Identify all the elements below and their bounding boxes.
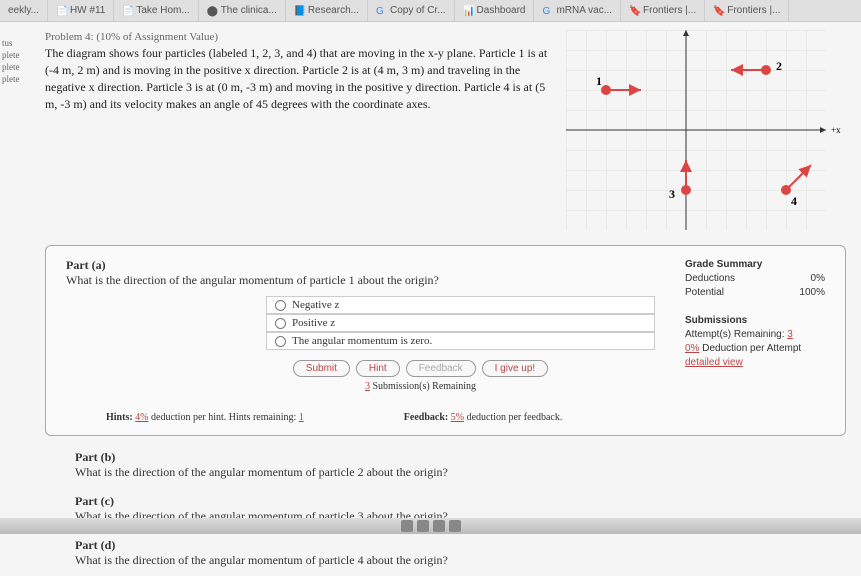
problem-title: Problem 4: (10% of Assignment Value) xyxy=(45,30,551,45)
feedback-info: Feedback: 5% deduction per feedback. xyxy=(404,412,563,423)
dock-app-icon[interactable] xyxy=(449,520,461,532)
svg-text:3: 3 xyxy=(669,187,675,201)
hint-button[interactable]: Hint xyxy=(356,360,400,377)
submit-button[interactable]: Submit xyxy=(293,360,350,377)
option-positive-z[interactable]: Positive z xyxy=(266,314,655,332)
main-content: Problem 4: (10% of Assignment Value) The… xyxy=(35,22,861,576)
dock-app-icon[interactable] xyxy=(417,520,429,532)
g-icon: G xyxy=(376,6,386,16)
problem-statement: Problem 4: (10% of Assignment Value) The… xyxy=(45,30,551,230)
option-negative-z[interactable]: Negative z xyxy=(266,296,655,314)
option-zero[interactable]: The angular momentum is zero. xyxy=(266,332,655,350)
tab-2[interactable]: 📄Take Hom... xyxy=(114,0,198,21)
axis-x-label: +x xyxy=(831,125,841,135)
frontiers-icon: 🔖 xyxy=(713,6,723,16)
dash-icon: 📊 xyxy=(463,6,473,16)
hints-feedback-row: Hints: 4% deduction per hint. Hints rema… xyxy=(106,412,655,423)
tab-0[interactable]: eekly... xyxy=(0,0,48,21)
mac-dock[interactable] xyxy=(0,518,861,534)
radio-1[interactable] xyxy=(275,318,286,329)
dock-app-icon[interactable] xyxy=(401,520,413,532)
browser-tabs: eekly... 📄HW #11 📄Take Hom... ⬤The clini… xyxy=(0,0,861,22)
part-a-question: What is the direction of the angular mom… xyxy=(66,273,655,288)
doc-icon: 📘 xyxy=(294,6,304,16)
action-buttons: Submit Hint Feedback I give up! xyxy=(186,360,655,377)
part-b: Part (b) What is the direction of the an… xyxy=(75,450,846,480)
hints-info: Hints: 4% deduction per hint. Hints rema… xyxy=(106,412,304,423)
grade-title: Grade Summary xyxy=(685,259,762,270)
part-d: Part (d) What is the direction of the an… xyxy=(75,538,846,568)
radio-0[interactable] xyxy=(275,300,286,311)
doc-icon: 📄 xyxy=(122,6,132,16)
circle-icon: ⬤ xyxy=(207,6,217,16)
options-list: Negative z Positive z The angular moment… xyxy=(266,296,655,350)
doc-icon: 📄 xyxy=(56,6,66,16)
svg-text:2: 2 xyxy=(776,59,782,73)
tab-1[interactable]: 📄HW #11 xyxy=(48,0,114,21)
dock-app-icon[interactable] xyxy=(433,520,445,532)
tab-4[interactable]: 📘Research... xyxy=(286,0,368,21)
tab-3[interactable]: ⬤The clinica... xyxy=(199,0,286,21)
tab-7[interactable]: GmRNA vac... xyxy=(534,0,621,21)
grade-summary: Grade Summary Deductions0% Potential100%… xyxy=(685,258,825,423)
submissions-title: Submissions xyxy=(685,315,747,326)
g-icon: G xyxy=(542,6,552,16)
problem-body: The diagram shows four particles (labele… xyxy=(45,45,551,112)
feedback-button[interactable]: Feedback xyxy=(406,360,476,377)
physics-diagram: +x 1 2 3 4 xyxy=(566,30,846,230)
status-sidebar: tus plete plete plete xyxy=(0,22,30,85)
submissions-remaining: 3 Submission(s) Remaining xyxy=(186,381,655,392)
tab-6[interactable]: 📊Dashboard xyxy=(455,0,535,21)
svg-text:4: 4 xyxy=(791,194,797,208)
frontiers-icon: 🔖 xyxy=(629,6,639,16)
part-a-box: Part (a) What is the direction of the an… xyxy=(45,245,846,436)
tab-5[interactable]: GCopy of Cr... xyxy=(368,0,455,21)
svg-text:1: 1 xyxy=(596,74,602,88)
part-a-label: Part (a) xyxy=(66,258,106,272)
tab-9[interactable]: 🔖Frontiers |... xyxy=(705,0,789,21)
radio-2[interactable] xyxy=(275,336,286,347)
giveup-button[interactable]: I give up! xyxy=(482,360,549,377)
tab-8[interactable]: 🔖Frontiers |... xyxy=(621,0,705,21)
detailed-view-link[interactable]: detailed view xyxy=(685,356,825,370)
